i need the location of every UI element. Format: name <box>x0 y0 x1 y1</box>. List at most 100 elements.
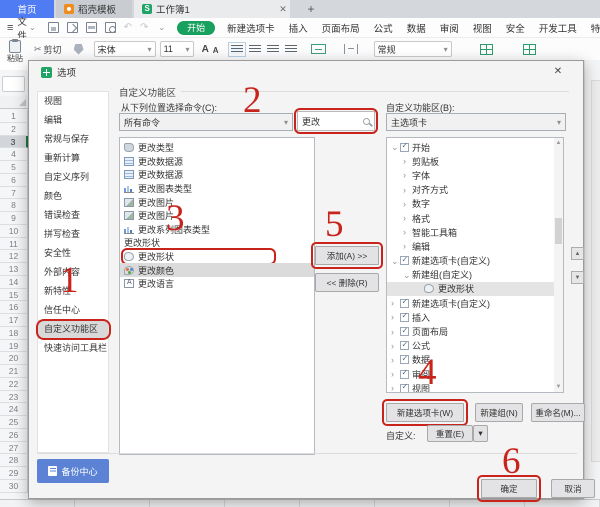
checkbox[interactable] <box>400 256 409 265</box>
checkbox[interactable] <box>400 313 409 322</box>
sidebar-item[interactable]: 信任中心 <box>38 301 108 320</box>
new-group-button[interactable]: 新建组(N) <box>475 403 523 422</box>
checkbox[interactable] <box>400 299 409 308</box>
expander-icon[interactable]: › <box>391 369 400 379</box>
tree-row[interactable]: › 编辑 <box>387 239 563 253</box>
new-tab-icon[interactable]: + <box>303 1 319 17</box>
tree-row[interactable]: › 数字 <box>387 197 563 211</box>
ribbon-tab[interactable]: 视图 <box>473 21 492 35</box>
row-header[interactable]: 21 <box>0 365 28 378</box>
tree-row[interactable]: › 数据 <box>387 353 563 367</box>
expander-icon[interactable]: › <box>391 298 400 308</box>
cancel-button[interactable]: 取消 <box>551 479 595 498</box>
sidebar-item[interactable]: 视图 <box>38 92 108 111</box>
row-header[interactable]: 3 <box>0 136 28 149</box>
row-header[interactable]: 27 <box>0 442 28 455</box>
tree-row[interactable]: › 新建选项卡(自定义) <box>387 296 563 310</box>
row-header[interactable]: 29 <box>0 467 28 480</box>
sidebar-item[interactable]: 拼写检查 <box>38 225 108 244</box>
sidebar-item[interactable]: 快速访问工具栏 <box>38 339 108 358</box>
conditional-format-icon[interactable] <box>480 44 493 55</box>
tree-row[interactable]: › 审阅 <box>387 367 563 381</box>
expander-icon[interactable]: ⌄ <box>391 142 400 152</box>
align-center-icon[interactable] <box>249 45 261 54</box>
expander-icon[interactable]: ⌄ <box>403 270 412 280</box>
rename-button[interactable]: 重命名(M)... <box>531 403 585 422</box>
command-item[interactable]: 更改图片 <box>120 195 314 209</box>
ribbon-tab[interactable]: 插入 <box>289 21 308 35</box>
ribbon-tab[interactable]: 审阅 <box>440 21 459 35</box>
table-style-icon[interactable] <box>523 44 536 55</box>
checkbox[interactable] <box>400 355 409 364</box>
tree-row[interactable]: › 页面布局 <box>387 324 563 338</box>
row-header[interactable]: 16 <box>0 301 28 314</box>
undo-icon[interactable]: ↶ <box>124 22 132 33</box>
sidebar-item[interactable]: 错误检查 <box>38 206 108 225</box>
command-item[interactable]: 更改图片 <box>120 209 314 223</box>
export-icon[interactable] <box>67 22 78 33</box>
expander-icon[interactable]: › <box>403 170 412 180</box>
select-all-corner[interactable] <box>0 96 28 109</box>
row-header[interactable]: 30 <box>0 480 28 493</box>
checkbox[interactable] <box>400 370 409 379</box>
row-header[interactable]: 4 <box>0 148 28 161</box>
command-item[interactable]: 更改图表类型 <box>120 182 314 196</box>
row-header[interactable]: 6 <box>0 174 28 187</box>
tree-row[interactable]: › 剪贴板 <box>387 154 563 168</box>
print-icon[interactable] <box>86 22 97 33</box>
number-format-select[interactable]: 常规 ▾ <box>374 41 452 57</box>
reset-button[interactable]: 重置(E) <box>427 425 473 442</box>
command-item[interactable]: 更改数据源 <box>120 155 314 169</box>
row-header[interactable]: 8 <box>0 199 28 212</box>
row-header[interactable]: 26 <box>0 429 28 442</box>
row-header[interactable]: 12 <box>0 250 28 263</box>
new-tab-button[interactable]: 新建选项卡(W) <box>386 403 464 422</box>
tree-row[interactable]: ⌄ 新建组(自定义) <box>387 268 563 282</box>
tree-row[interactable]: › 格式 <box>387 211 563 225</box>
row-header[interactable]: 7 <box>0 187 28 200</box>
sheet-scrollbar[interactable] <box>584 60 600 499</box>
sidebar-item[interactable]: 编辑 <box>38 111 108 130</box>
sidebar-item[interactable]: 自定义功能区 <box>38 320 108 339</box>
row-header[interactable]: 9 <box>0 212 28 225</box>
save-icon[interactable] <box>48 22 59 33</box>
expander-icon[interactable]: › <box>403 185 412 195</box>
expander-icon[interactable]: › <box>403 241 412 251</box>
ribbon-tab[interactable]: 新建选项卡 <box>227 21 275 35</box>
checkbox[interactable] <box>400 327 409 336</box>
checkbox[interactable] <box>400 143 409 152</box>
hamburger-icon[interactable]: ≡ <box>7 22 13 34</box>
indent-increase-icon[interactable] <box>285 45 297 54</box>
command-item[interactable]: 更改形状 <box>120 250 314 264</box>
row-header[interactable]: 17 <box>0 314 28 327</box>
row-header[interactable]: 10 <box>0 225 28 238</box>
command-item[interactable]: 更改语言 <box>120 277 314 291</box>
row-header[interactable]: 5 <box>0 161 28 174</box>
paste-button[interactable]: 粘贴 <box>0 38 30 70</box>
row-header[interactable]: 1 <box>0 110 28 123</box>
row-header[interactable]: 18 <box>0 327 28 340</box>
tree-row[interactable]: › 智能工具箱 <box>387 225 563 239</box>
move-down-button[interactable]: ▼ <box>571 271 584 284</box>
close-tab-icon[interactable]: ✕ <box>276 2 290 16</box>
redo-icon[interactable]: ↷ <box>140 22 148 33</box>
ribbon-tab[interactable]: 数据 <box>407 21 426 35</box>
backup-center-button[interactable]: 备份中心 <box>37 459 109 483</box>
checkbox[interactable] <box>400 384 409 393</box>
tree-row[interactable]: › 对齐方式 <box>387 183 563 197</box>
row-header[interactable]: 19 <box>0 340 28 353</box>
row-header[interactable]: 25 <box>0 416 28 429</box>
ribbon-tab-start[interactable]: 开始 <box>177 21 215 35</box>
row-header[interactable]: 23 <box>0 391 28 404</box>
row-header[interactable]: 13 <box>0 263 28 276</box>
commands-source-select[interactable]: 所有命令 ▾ <box>119 113 293 131</box>
expander-icon[interactable]: › <box>391 341 400 351</box>
tab-docer-templates[interactable]: 稻壳模板 <box>56 0 132 18</box>
font-size-select[interactable]: 11 ▾ <box>160 41 194 57</box>
expander-icon[interactable]: › <box>391 355 400 365</box>
tree-row[interactable]: ⌄ 新建选项卡(自定义) <box>387 254 563 268</box>
expander-icon[interactable]: › <box>403 156 412 166</box>
indent-decrease-icon[interactable] <box>267 45 279 54</box>
command-item[interactable]: 更改系列图表类型 <box>120 223 314 237</box>
tree-row[interactable]: ⌄ 开始 <box>387 140 563 154</box>
